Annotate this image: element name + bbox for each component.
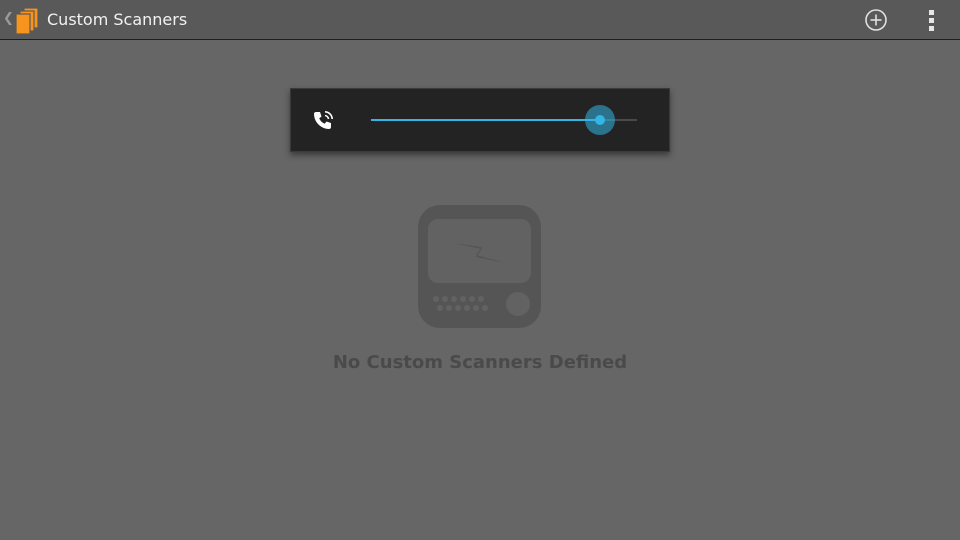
scanner-radio-icon [418, 205, 541, 328]
volume-slider-thumb[interactable] [584, 105, 615, 135]
page-title: Custom Scanners [47, 10, 188, 29]
add-circle-icon[interactable] [864, 8, 888, 32]
stacked-pages-icon[interactable] [14, 7, 40, 35]
phone-call-icon [314, 111, 333, 129]
empty-state-message: No Custom Scanners Defined [332, 352, 628, 373]
chevron-left-icon[interactable]: ❮ [3, 11, 14, 27]
volume-slider-fill [371, 119, 600, 121]
overflow-menu-icon[interactable] [924, 8, 940, 32]
volume-slider[interactable] [371, 105, 637, 135]
action-bar: ❮ Custom Scanners [0, 0, 960, 40]
volume-dialog [290, 88, 670, 152]
